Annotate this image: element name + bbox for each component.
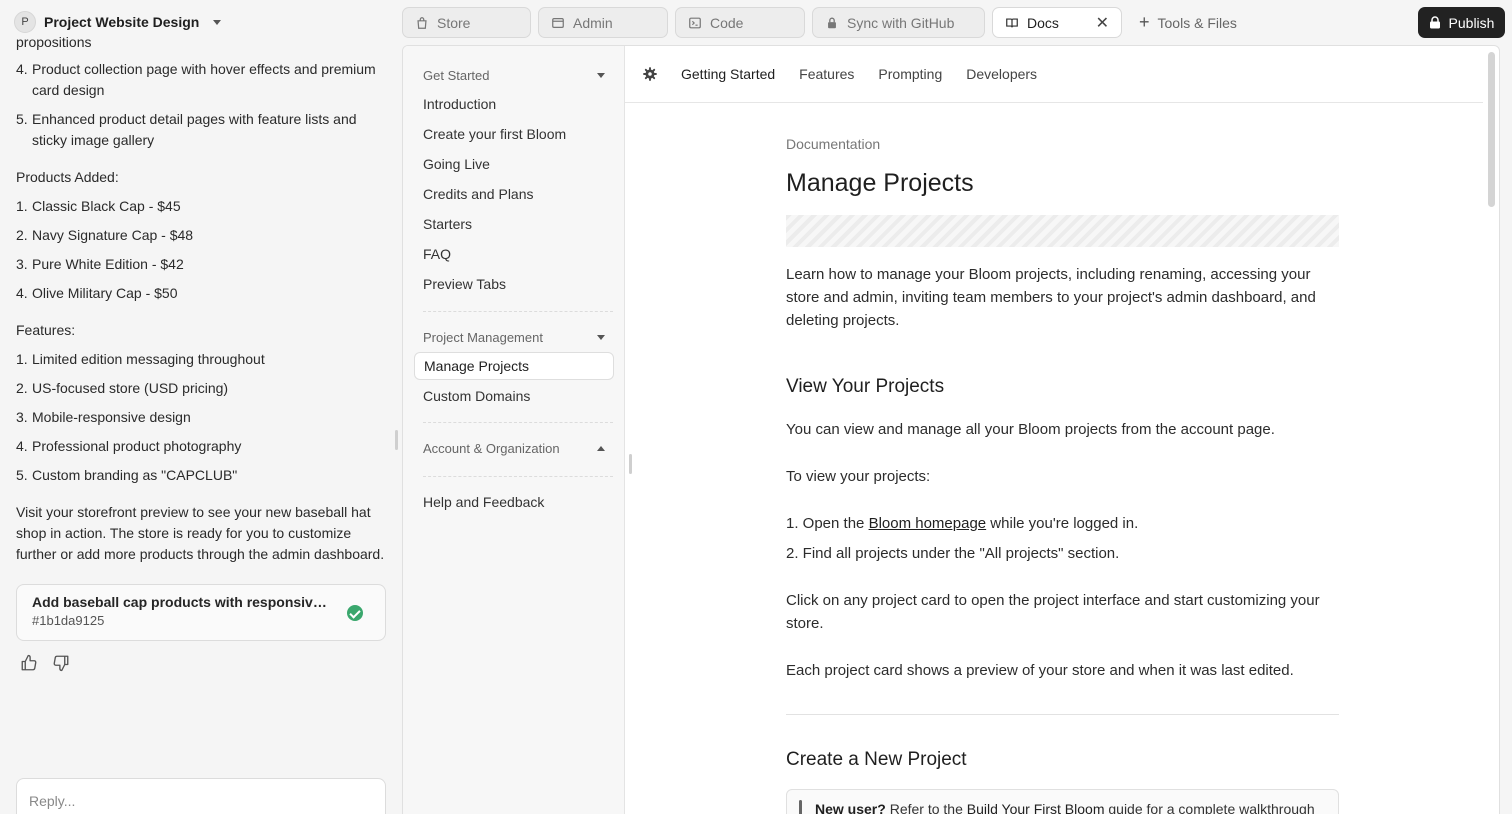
nav-group-account-organization[interactable]: Account & Organization bbox=[423, 441, 605, 456]
list-item: 1. Limited edition messaging throughout bbox=[16, 351, 265, 367]
project-avatar: P bbox=[14, 11, 36, 33]
nav-item-help-feedback[interactable]: Help and Feedback bbox=[423, 494, 544, 510]
tab-store[interactable]: Store bbox=[402, 7, 531, 38]
divider bbox=[423, 476, 613, 477]
tab-docs[interactable]: Docs ✕ bbox=[992, 7, 1122, 38]
article: Documentation Manage Projects Learn how … bbox=[786, 136, 1339, 814]
paragraph: You can view and manage all your Bloom p… bbox=[786, 421, 1275, 438]
window-icon bbox=[552, 17, 564, 28]
commit-hash: #1b1da9125 bbox=[32, 613, 105, 628]
bag-icon bbox=[417, 16, 427, 29]
tab-sync-github[interactable]: Sync with GitHub bbox=[812, 7, 985, 38]
chevron-down-icon bbox=[213, 19, 222, 25]
tab-admin[interactable]: Admin bbox=[538, 7, 668, 38]
list-item: 1. Open the Bloom homepage while you're … bbox=[786, 515, 1139, 532]
callout: New user? Refer to the Build Your First … bbox=[786, 789, 1339, 814]
nav-item-create-first-bloom[interactable]: Create your first Bloom bbox=[423, 126, 566, 142]
chevron-up-icon bbox=[597, 446, 605, 451]
check-circle-icon bbox=[347, 605, 363, 621]
bloom-homepage-link[interactable]: Bloom homepage bbox=[869, 515, 987, 532]
thumbs-up-icon[interactable] bbox=[20, 654, 38, 675]
chat-message: propositions 4. Product collection page w… bbox=[16, 34, 388, 565]
divider bbox=[786, 714, 1339, 715]
list-item: 2. Find all projects under the "All proj… bbox=[786, 545, 1120, 562]
nav-item-credits-plans[interactable]: Credits and Plans bbox=[423, 186, 534, 202]
lock-icon bbox=[1429, 16, 1440, 29]
panel-resize-handle[interactable] bbox=[395, 430, 398, 450]
list-item: 5. Custom branding as "CAPCLUB" bbox=[16, 467, 238, 483]
tab-developers[interactable]: Developers bbox=[966, 66, 1037, 82]
list-item: 2. Navy Signature Cap - $48 bbox=[16, 227, 194, 243]
breadcrumb: Documentation bbox=[786, 136, 881, 152]
lock-icon bbox=[828, 17, 836, 28]
nav-item-going-live[interactable]: Going Live bbox=[423, 156, 490, 172]
docs-sidebar: Get Started Introduction Create your fir… bbox=[403, 46, 625, 814]
tab-features[interactable]: Features bbox=[799, 66, 854, 82]
section-heading: View Your Projects bbox=[786, 376, 945, 397]
gear-icon bbox=[643, 67, 657, 81]
book-icon bbox=[1006, 17, 1018, 27]
chevron-down-icon bbox=[597, 73, 605, 78]
tab-getting-started[interactable]: Getting Started bbox=[681, 66, 775, 82]
chat-heading: Products Added: bbox=[16, 169, 119, 185]
list-item: 1. Classic Black Cap - $45 bbox=[16, 198, 181, 214]
nav-item-preview-tabs[interactable]: Preview Tabs bbox=[423, 276, 506, 292]
divider bbox=[423, 311, 613, 312]
list-item: 5. Enhanced product detail pages with fea… bbox=[16, 111, 357, 148]
nav-item-faq[interactable]: FAQ bbox=[423, 246, 451, 262]
intro-paragraph: Learn how to manage your Bloom projects,… bbox=[786, 266, 1316, 329]
terminal-icon bbox=[689, 17, 701, 28]
commit-title: Add baseball cap products with responsiv… bbox=[32, 594, 332, 610]
publish-button[interactable]: Publish bbox=[1418, 7, 1505, 38]
docs-top-nav: Getting Started Features Prompting Devel… bbox=[625, 46, 1483, 103]
reply-input[interactable]: Reply... bbox=[16, 778, 386, 814]
list-item: 2. US-focused store (USD pricing) bbox=[16, 380, 229, 396]
chat-text: propositions bbox=[16, 34, 92, 50]
tab-code[interactable]: Code bbox=[675, 7, 805, 38]
divider bbox=[423, 422, 613, 423]
nav-group-get-started[interactable]: Get Started bbox=[423, 68, 605, 83]
nav-item-starters[interactable]: Starters bbox=[423, 216, 472, 232]
list-item: 3. Pure White Edition - $42 bbox=[16, 256, 184, 272]
list-item: 4. Product collection page with hover eff… bbox=[16, 61, 376, 98]
nav-group-project-management[interactable]: Project Management bbox=[423, 330, 605, 345]
list-item: 4. Professional product photography bbox=[16, 438, 242, 454]
nav-item-introduction[interactable]: Introduction bbox=[423, 96, 496, 112]
paragraph: To view your projects: bbox=[786, 468, 931, 485]
thumbs-down-icon[interactable] bbox=[52, 654, 70, 675]
chat-heading: Features: bbox=[16, 322, 76, 338]
build-first-bloom-link[interactable]: Build Your First Bloom bbox=[967, 801, 1105, 814]
close-icon[interactable]: ✕ bbox=[1096, 13, 1109, 33]
list-item: 3. Mobile-responsive design bbox=[16, 409, 191, 425]
project-switcher[interactable]: P Project Website Design bbox=[14, 10, 222, 34]
chevron-down-icon bbox=[597, 335, 605, 340]
image-placeholder bbox=[786, 215, 1339, 247]
nav-item-manage-projects[interactable]: Manage Projects bbox=[414, 352, 614, 380]
plus-icon: + bbox=[1139, 12, 1150, 32]
preview-tabs: Store Admin Code Sync with GitHub Docs ✕… bbox=[402, 7, 1237, 38]
chat-panel: P Project Website Design propositions 4.… bbox=[0, 0, 400, 814]
docs-preview: Get Started Introduction Create your fir… bbox=[402, 45, 1500, 814]
feedback-buttons bbox=[20, 654, 70, 675]
page-title: Manage Projects bbox=[786, 169, 974, 197]
nav-item-custom-domains[interactable]: Custom Domains bbox=[423, 388, 530, 404]
chat-text: Visit your storefront preview to see you… bbox=[16, 504, 385, 562]
tab-prompting[interactable]: Prompting bbox=[878, 66, 942, 82]
section-heading: Create a New Project bbox=[786, 749, 967, 770]
scrollbar-thumb[interactable] bbox=[1488, 52, 1495, 207]
tools-files-button[interactable]: + Tools & Files bbox=[1129, 7, 1237, 38]
project-name: Project Website Design bbox=[44, 14, 200, 30]
commit-card[interactable]: Add baseball cap products with responsiv… bbox=[16, 584, 386, 641]
list-item: 4. Olive Military Cap - $50 bbox=[16, 285, 178, 301]
panel-resize-handle[interactable] bbox=[629, 454, 632, 474]
paragraph: Click on any project card to open the pr… bbox=[786, 592, 1320, 632]
paragraph: Each project card shows a preview of you… bbox=[786, 662, 1294, 679]
